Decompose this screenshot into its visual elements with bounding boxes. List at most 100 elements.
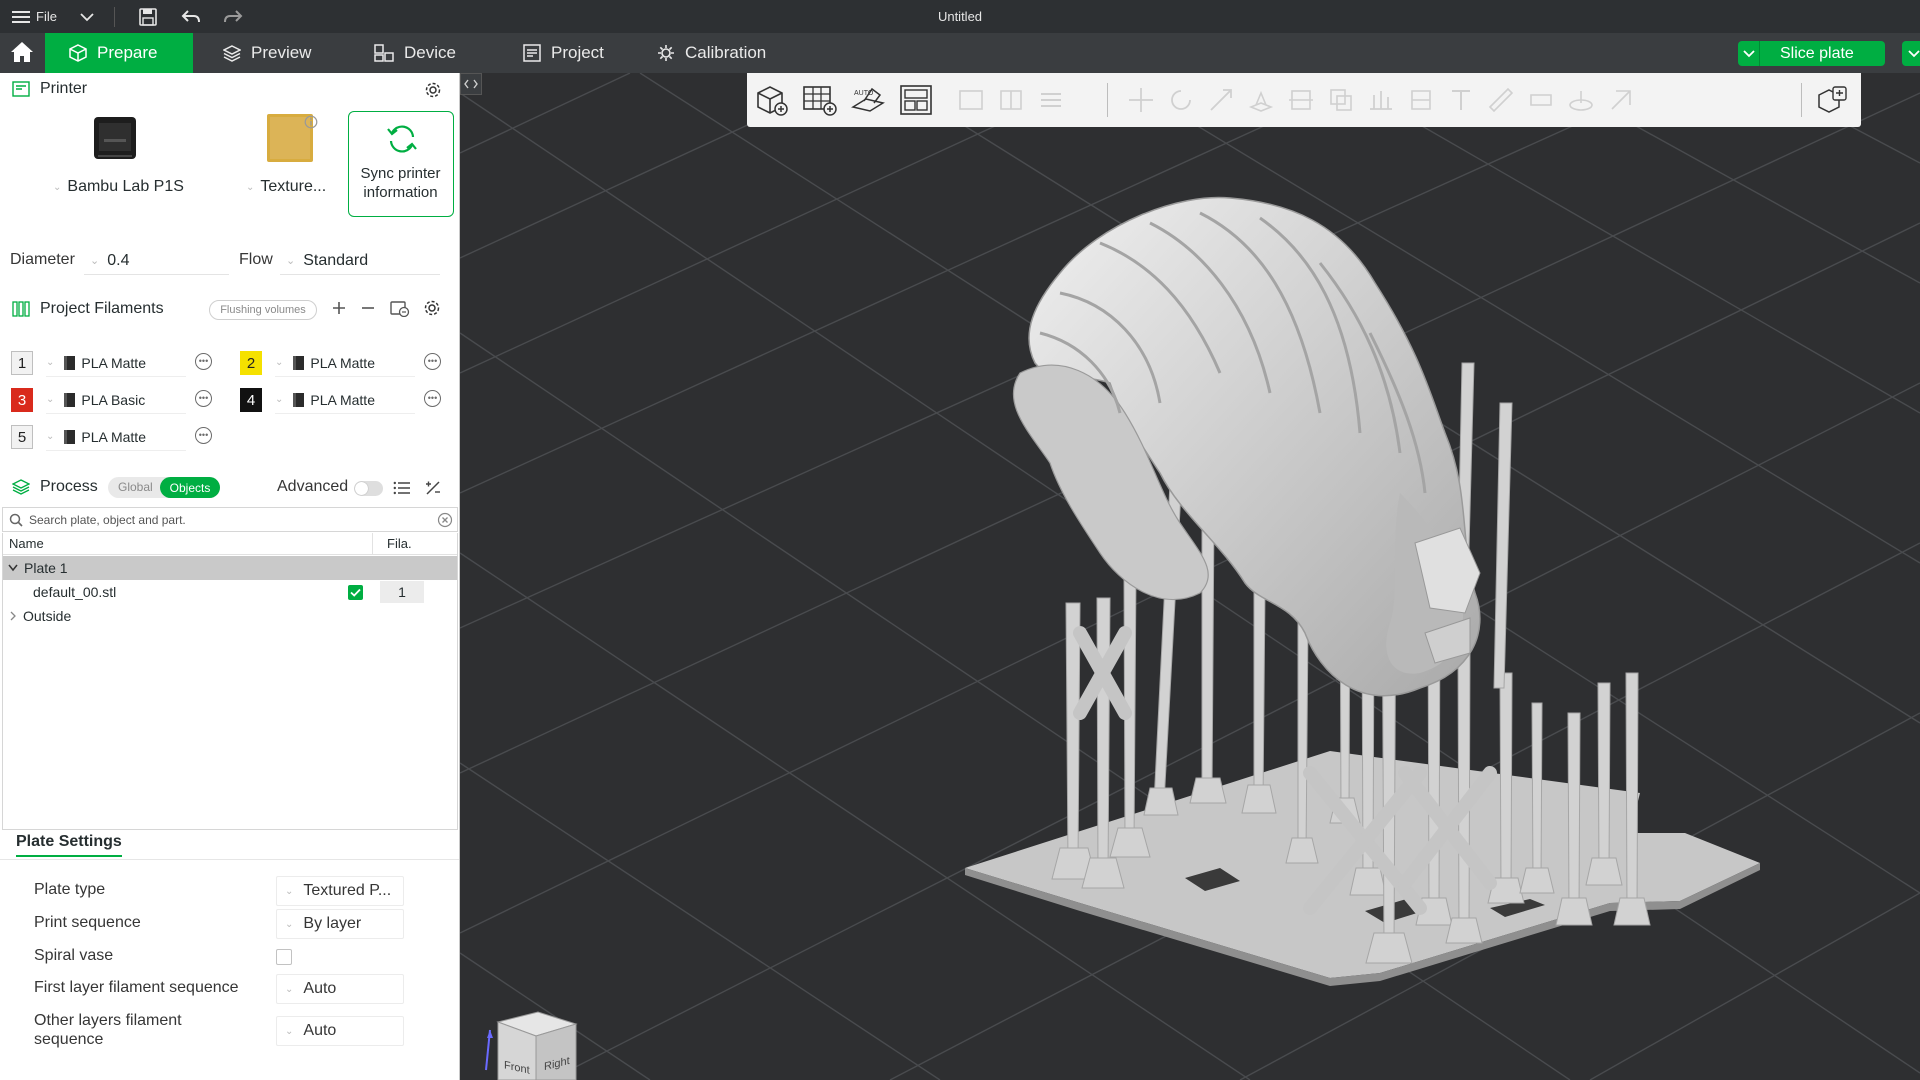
remove-filament-icon[interactable] <box>360 300 376 316</box>
seam-paint-icon[interactable] <box>1402 81 1440 119</box>
chevron-down-icon: ⌄ <box>285 983 294 995</box>
compare-settings-icon[interactable] <box>424 479 442 497</box>
column-name-header[interactable]: Name <box>9 536 44 551</box>
object-visible-checkbox[interactable] <box>348 585 363 600</box>
view-settings-icon[interactable] <box>1813 81 1851 119</box>
chevron-down-icon: ⌄ <box>285 1025 294 1037</box>
tab-prepare[interactable]: Prepare <box>45 33 193 73</box>
object-list: Name Fila. Plate 1 default_00.stl 1 Outs… <box>2 533 458 830</box>
tab-preview[interactable]: Preview <box>199 33 329 73</box>
printer-selector[interactable]: ⌄ Bambu Lab P1S <box>40 103 220 213</box>
file-dropdown-chevron-icon[interactable] <box>80 0 94 33</box>
objects-tab[interactable]: Objects <box>160 477 220 498</box>
tab-prepare-label: Prepare <box>97 43 158 62</box>
tab-calibration-label: Calibration <box>685 43 767 62</box>
home-icon[interactable] <box>10 41 34 63</box>
split-objects-icon[interactable] <box>952 81 990 119</box>
object-filament-cell[interactable]: 1 <box>380 581 424 603</box>
filament-select-1[interactable]: ⌄ PLA Matte <box>46 349 186 377</box>
advanced-toggle[interactable] <box>354 481 383 496</box>
scale-icon[interactable] <box>1202 81 1240 119</box>
filament-settings-gear-icon[interactable] <box>423 299 441 317</box>
printer-settings-gear-icon[interactable] <box>424 81 442 99</box>
filament-more-icon[interactable]: ••• <box>195 353 212 370</box>
plate-selector[interactable]: ⌄ Texture... <box>240 103 340 213</box>
filament-select-5[interactable]: ⌄ PLA Matte <box>46 423 186 451</box>
3d-viewport[interactable]: AUTO Front Right <box>460 73 1920 1080</box>
tab-project-label: Project <box>551 43 604 62</box>
cut-icon[interactable] <box>1282 81 1320 119</box>
assembly-icon[interactable] <box>1522 81 1560 119</box>
plate-row[interactable]: Plate 1 <box>3 556 457 580</box>
filament-number-3[interactable]: 3 <box>11 388 33 412</box>
filament-number-label: 2 <box>246 354 256 372</box>
add-object-icon[interactable] <box>753 81 791 119</box>
filament-select-2[interactable]: ⌄ PLA Matte <box>275 349 415 377</box>
slice-plate-button[interactable]: Slice plate <box>1738 41 1885 66</box>
export-dropdown-button[interactable] <box>1902 41 1920 66</box>
sync-printer-button[interactable]: Sync printer information <box>348 111 454 217</box>
arrange-icon[interactable] <box>897 81 935 119</box>
flow-value: Standard <box>303 251 369 269</box>
filament-number-2[interactable]: 2 <box>240 351 262 375</box>
layers-edit-icon[interactable] <box>1032 81 1070 119</box>
expand-chevron-right-icon[interactable] <box>10 611 16 621</box>
file-menu[interactable]: File <box>12 0 57 33</box>
chevron-down-icon: ⌄ <box>275 394 284 405</box>
auto-orient-icon[interactable]: AUTO <box>849 81 887 119</box>
column-fila-header[interactable]: Fila. <box>387 536 412 551</box>
object-search-box[interactable]: Search plate, object and part. <box>2 507 458 532</box>
collapse-sidebar-button[interactable] <box>460 73 482 95</box>
filament-more-icon[interactable]: ••• <box>195 427 212 444</box>
outside-row[interactable]: Outside <box>3 604 457 628</box>
chevron-down-icon: ⌄ <box>275 357 284 368</box>
filament-more-icon[interactable]: ••• <box>424 353 441 370</box>
object-row[interactable]: default_00.stl 1 <box>3 580 457 604</box>
filament-more-icon[interactable]: ••• <box>195 390 212 407</box>
advanced-label: Advanced <box>277 478 349 495</box>
slice-dropdown-chevron-icon[interactable] <box>1738 41 1760 66</box>
text-tool-icon[interactable] <box>1442 81 1480 119</box>
filament-number-label: 1 <box>17 354 27 372</box>
redo-icon[interactable] <box>223 0 243 33</box>
global-tab[interactable]: Global <box>118 480 153 494</box>
add-plate-icon[interactable] <box>801 81 839 119</box>
flow-select[interactable]: ⌄ Standard <box>280 247 440 275</box>
clear-search-icon[interactable] <box>437 512 453 528</box>
undo-icon[interactable] <box>181 0 201 33</box>
flushing-volumes-button[interactable]: Flushing volumes <box>209 300 317 320</box>
print-sequence-select[interactable]: ⌄ By layer <box>276 909 404 939</box>
filament-select-4[interactable]: ⌄ PLA Matte <box>275 386 415 414</box>
expand-chevron-icon[interactable] <box>8 564 18 572</box>
tab-project[interactable]: Project <box>499 33 622 73</box>
boolean-icon[interactable] <box>1322 81 1360 119</box>
filament-more-icon[interactable]: ••• <box>424 390 441 407</box>
printer-chevron-icon: ⌄ <box>53 181 62 193</box>
diameter-select[interactable]: ⌄ 0.4 <box>84 247 229 275</box>
plate-info-icon[interactable] <box>304 115 318 129</box>
filament-sync-icon[interactable] <box>390 299 410 317</box>
other-layers-sequence-select[interactable]: ⌄ Auto <box>276 1016 404 1046</box>
move-icon[interactable] <box>1122 81 1160 119</box>
tab-device[interactable]: Device <box>350 33 474 73</box>
list-view-icon[interactable] <box>393 480 411 496</box>
measure-icon[interactable] <box>1482 81 1520 119</box>
first-layer-sequence-select[interactable]: ⌄ Auto <box>276 974 404 1004</box>
split-parts-icon[interactable] <box>992 81 1030 119</box>
save-icon[interactable] <box>139 0 157 33</box>
tab-calibration[interactable]: Calibration <box>633 33 784 73</box>
filament-number-4[interactable]: 4 <box>240 388 262 412</box>
rotate-icon[interactable] <box>1162 81 1200 119</box>
plate-type-select[interactable]: ⌄ Textured P... <box>276 876 404 906</box>
view-cube[interactable]: Front Right <box>478 1008 598 1080</box>
filament-number-5[interactable]: 5 <box>11 425 33 449</box>
plate-settings-tab[interactable]: Plate Settings <box>16 833 122 857</box>
spiral-vase-checkbox[interactable] <box>276 949 292 965</box>
filament-select-3[interactable]: ⌄ PLA Basic <box>46 386 186 414</box>
filament-number-1[interactable]: 1 <box>11 351 33 375</box>
add-filament-icon[interactable] <box>331 300 347 316</box>
support-paint-icon[interactable] <box>1362 81 1400 119</box>
lay-on-face-icon[interactable] <box>1242 81 1280 119</box>
emboss-icon[interactable] <box>1602 81 1640 119</box>
brim-ears-icon[interactable] <box>1562 81 1600 119</box>
